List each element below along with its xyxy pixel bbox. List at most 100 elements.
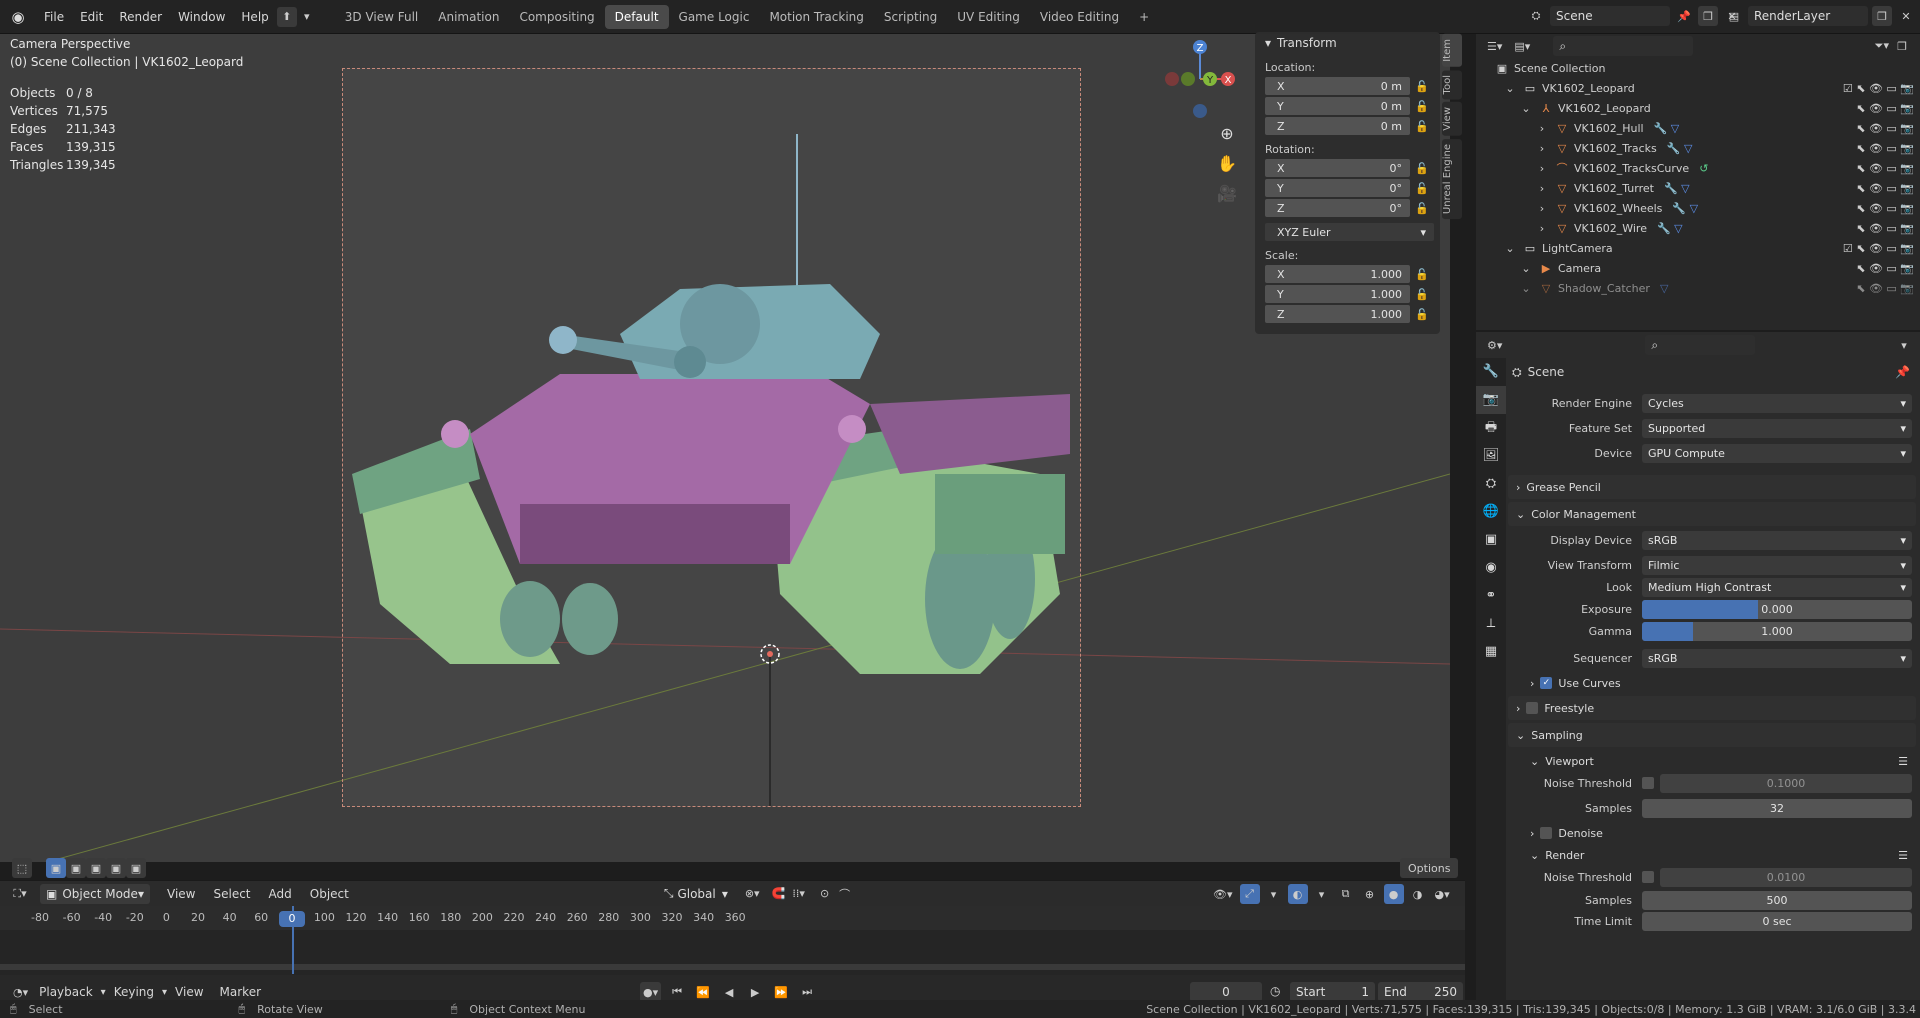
menu-marker[interactable]: Marker xyxy=(212,985,269,999)
play-reverse-icon[interactable]: ◀ xyxy=(719,982,739,1002)
time-limit-field[interactable]: 0 sec xyxy=(1642,911,1912,931)
outliner-row[interactable]: › ▽ VK1602_Tracks 🔧 ▽ ⬉ 👁 ▭ 📷 xyxy=(1476,138,1920,158)
menu-edit[interactable]: Edit xyxy=(72,0,111,34)
material-shading-icon[interactable]: ◑ xyxy=(1408,884,1428,904)
r-samples-field[interactable]: 500 xyxy=(1642,890,1912,910)
chevron-down-icon[interactable]: ⌄ xyxy=(1502,242,1518,255)
chevron-down-icon[interactable]: ▾ xyxy=(1264,884,1284,904)
solid-shading-icon[interactable]: ● xyxy=(1383,884,1404,904)
tab-tool[interactable]: Tool xyxy=(1442,69,1462,100)
lock-icon[interactable]: 🔓 xyxy=(1410,268,1434,281)
freestyle-checkbox[interactable] xyxy=(1526,702,1539,714)
color-management-panel[interactable]: ⌄ Color Management xyxy=(1508,502,1916,526)
render-engine-select[interactable]: Cycles ▾ xyxy=(1642,393,1912,413)
chevron-right-icon[interactable]: › xyxy=(1534,162,1550,175)
new-collection-icon[interactable]: ❐ xyxy=(1892,36,1912,56)
object-mode-select[interactable]: ▣ Object Mode ▾ xyxy=(40,883,150,904)
menu-keying[interactable]: Keying xyxy=(106,985,162,999)
upload-icon[interactable]: ⬆ xyxy=(276,6,297,27)
output-tab-icon[interactable]: 🖶 xyxy=(1476,414,1506,442)
camera-view-icon[interactable]: 🎥 xyxy=(1214,184,1240,214)
sampling-panel[interactable]: ⌄ Sampling xyxy=(1508,723,1916,747)
overlays-icon[interactable]: ◐ xyxy=(1287,884,1308,904)
outliner-row[interactable]: › ▽ VK1602_Wheels 🔧 ▽ ⬉ 👁 ▭ 📷 xyxy=(1476,198,1920,218)
current-frame-marker[interactable]: 0 xyxy=(279,911,305,927)
scene-tab-icon[interactable]: ⛭ xyxy=(1476,470,1506,498)
scale-x-field[interactable]: X 1.000 xyxy=(1265,265,1410,283)
visibility-toggles[interactable]: ⬉ 👁 ▭ 📷 xyxy=(1856,102,1914,115)
editor-type-icon[interactable]: ◔▾ xyxy=(10,982,31,1002)
view-transform-select[interactable]: Filmic ▾ xyxy=(1642,555,1912,575)
display-device-select[interactable]: sRGB ▾ xyxy=(1642,530,1912,550)
display-mode-icon[interactable]: ▤▾ xyxy=(1511,36,1533,56)
pin-icon[interactable]: 📌 xyxy=(1674,6,1694,26)
visibility-toggles[interactable]: ⬉ 👁 ▭ 📷 xyxy=(1856,262,1914,275)
chevron-right-icon[interactable]: › xyxy=(1534,122,1550,135)
outliner-row[interactable]: ⌄ ▶ Camera ⬉ 👁 ▭ 📷 xyxy=(1476,258,1920,278)
tab-compositing[interactable]: Compositing xyxy=(509,5,604,29)
rotation-mode-select[interactable]: XYZ Euler ▾ xyxy=(1265,223,1434,241)
next-keyframe-icon[interactable]: ⏩ xyxy=(771,982,791,1002)
navigation-gizmo[interactable]: Z X Y xyxy=(1160,36,1240,126)
lock-icon[interactable]: 🔓 xyxy=(1410,80,1434,93)
outliner-row[interactable]: ⌄ ▭ LightCamera ☑ ⬉ 👁 ▭ 📷 xyxy=(1476,238,1920,258)
scale-z-field[interactable]: Z 1.000 xyxy=(1265,305,1410,323)
chevron-down-icon[interactable]: ▾ xyxy=(297,7,317,27)
chevron-down-icon[interactable]: ⌄ xyxy=(1518,282,1534,295)
outliner-row[interactable]: › ⌒ VK1602_TracksCurve ↺ ⬉ 👁 ▭ 📷 xyxy=(1476,158,1920,178)
editor-type-icon[interactable]: ☰▾ xyxy=(1484,36,1505,56)
blender-logo-icon[interactable]: ◉ xyxy=(8,7,28,27)
collapse-icon[interactable]: ▾ xyxy=(1265,36,1271,50)
lock-icon[interactable]: 🔓 xyxy=(1410,162,1434,175)
play-icon[interactable]: ▶ xyxy=(745,982,765,1002)
snap-icon[interactable]: 🧲 xyxy=(769,884,789,904)
outliner-row[interactable]: ⌄ ⅄ VK1602_Leopard ⬉ 👁 ▭ 📷 xyxy=(1476,98,1920,118)
render-layer-icon[interactable]: ▤ xyxy=(1724,6,1744,26)
view-layer-field[interactable]: RenderLayer xyxy=(1748,6,1868,26)
world-tab-icon[interactable]: 🌐 xyxy=(1476,498,1506,526)
select-new-icon[interactable]: ▣ xyxy=(46,858,66,878)
tool-tab-icon[interactable]: 🔧 xyxy=(1476,358,1506,386)
exposure-slider[interactable]: 0.000 xyxy=(1642,599,1912,619)
select-tool-icon[interactable]: ⬚ xyxy=(12,858,32,878)
menu-playback[interactable]: Playback xyxy=(31,985,101,999)
menu-add[interactable]: Add xyxy=(260,887,301,901)
tab-motion-tracking[interactable]: Motion Tracking xyxy=(759,5,873,29)
record-icon[interactable]: ●▾ xyxy=(640,982,662,1002)
rendered-shading-icon[interactable]: ◕▾ xyxy=(1432,884,1453,904)
object-tab-icon[interactable]: ▣ xyxy=(1476,526,1506,554)
timeline-ruler[interactable]: -80-60-40-200204060801001201401601802002… xyxy=(0,906,1465,930)
orientation-select[interactable]: ⤡ Global ▾ xyxy=(657,883,734,904)
outliner-row[interactable]: › ▽ VK1602_Turret 🔧 ▽ ⬉ 👁 ▭ 📷 xyxy=(1476,178,1920,198)
lock-icon[interactable]: 🔓 xyxy=(1410,288,1434,301)
clock-icon[interactable]: ◷ xyxy=(1270,984,1280,998)
prev-keyframe-icon[interactable]: ⏪ xyxy=(693,982,713,1002)
tab-unreal-engine[interactable]: Unreal Engine xyxy=(1442,138,1462,219)
r-noise-threshold-field[interactable]: 0.0100 xyxy=(1660,867,1912,887)
location-z-field[interactable]: Z0 m xyxy=(1265,117,1410,135)
lock-icon[interactable]: 🔓 xyxy=(1410,120,1434,133)
vp-samples-field[interactable]: 32 xyxy=(1642,798,1912,818)
feature-set-select[interactable]: Supported ▾ xyxy=(1642,418,1912,438)
lock-icon[interactable]: 🔓 xyxy=(1410,202,1434,215)
view-layer-tab-icon[interactable]: 🖼 xyxy=(1476,442,1506,470)
data-tab-icon[interactable]: ⟂ xyxy=(1476,610,1506,638)
visibility-toggles[interactable]: ⬉ 👁 ▭ 📷 xyxy=(1856,202,1914,215)
menu-render[interactable]: Render xyxy=(111,0,170,34)
menu-window[interactable]: Window xyxy=(170,0,233,34)
tab-view[interactable]: View xyxy=(1442,102,1462,136)
chevron-down-icon[interactable]: ⌄ xyxy=(1502,82,1518,95)
select-invert-icon[interactable]: ▣ xyxy=(106,858,126,878)
tab-3d-view-full[interactable]: 3D View Full xyxy=(335,5,429,29)
rotation-y-field[interactable]: Y 0° xyxy=(1265,179,1410,197)
outliner-search[interactable]: ⌕ xyxy=(1553,36,1694,56)
pin-icon[interactable]: 📌 xyxy=(1895,365,1910,379)
select-extend-icon[interactable]: ▣ xyxy=(66,858,86,878)
new-scene-icon[interactable]: ❐ xyxy=(1698,6,1718,26)
chevron-down-icon[interactable]: ▾ xyxy=(1312,884,1332,904)
editor-type-icon[interactable]: ⚙▾ xyxy=(1484,335,1505,355)
location-y-field[interactable]: Y0 m xyxy=(1265,97,1410,115)
filter-icon[interactable]: ⏷▾ xyxy=(1872,36,1892,56)
falloff-icon[interactable]: ⌒ xyxy=(835,884,855,904)
properties-search[interactable]: ⌕ xyxy=(1645,335,1756,355)
